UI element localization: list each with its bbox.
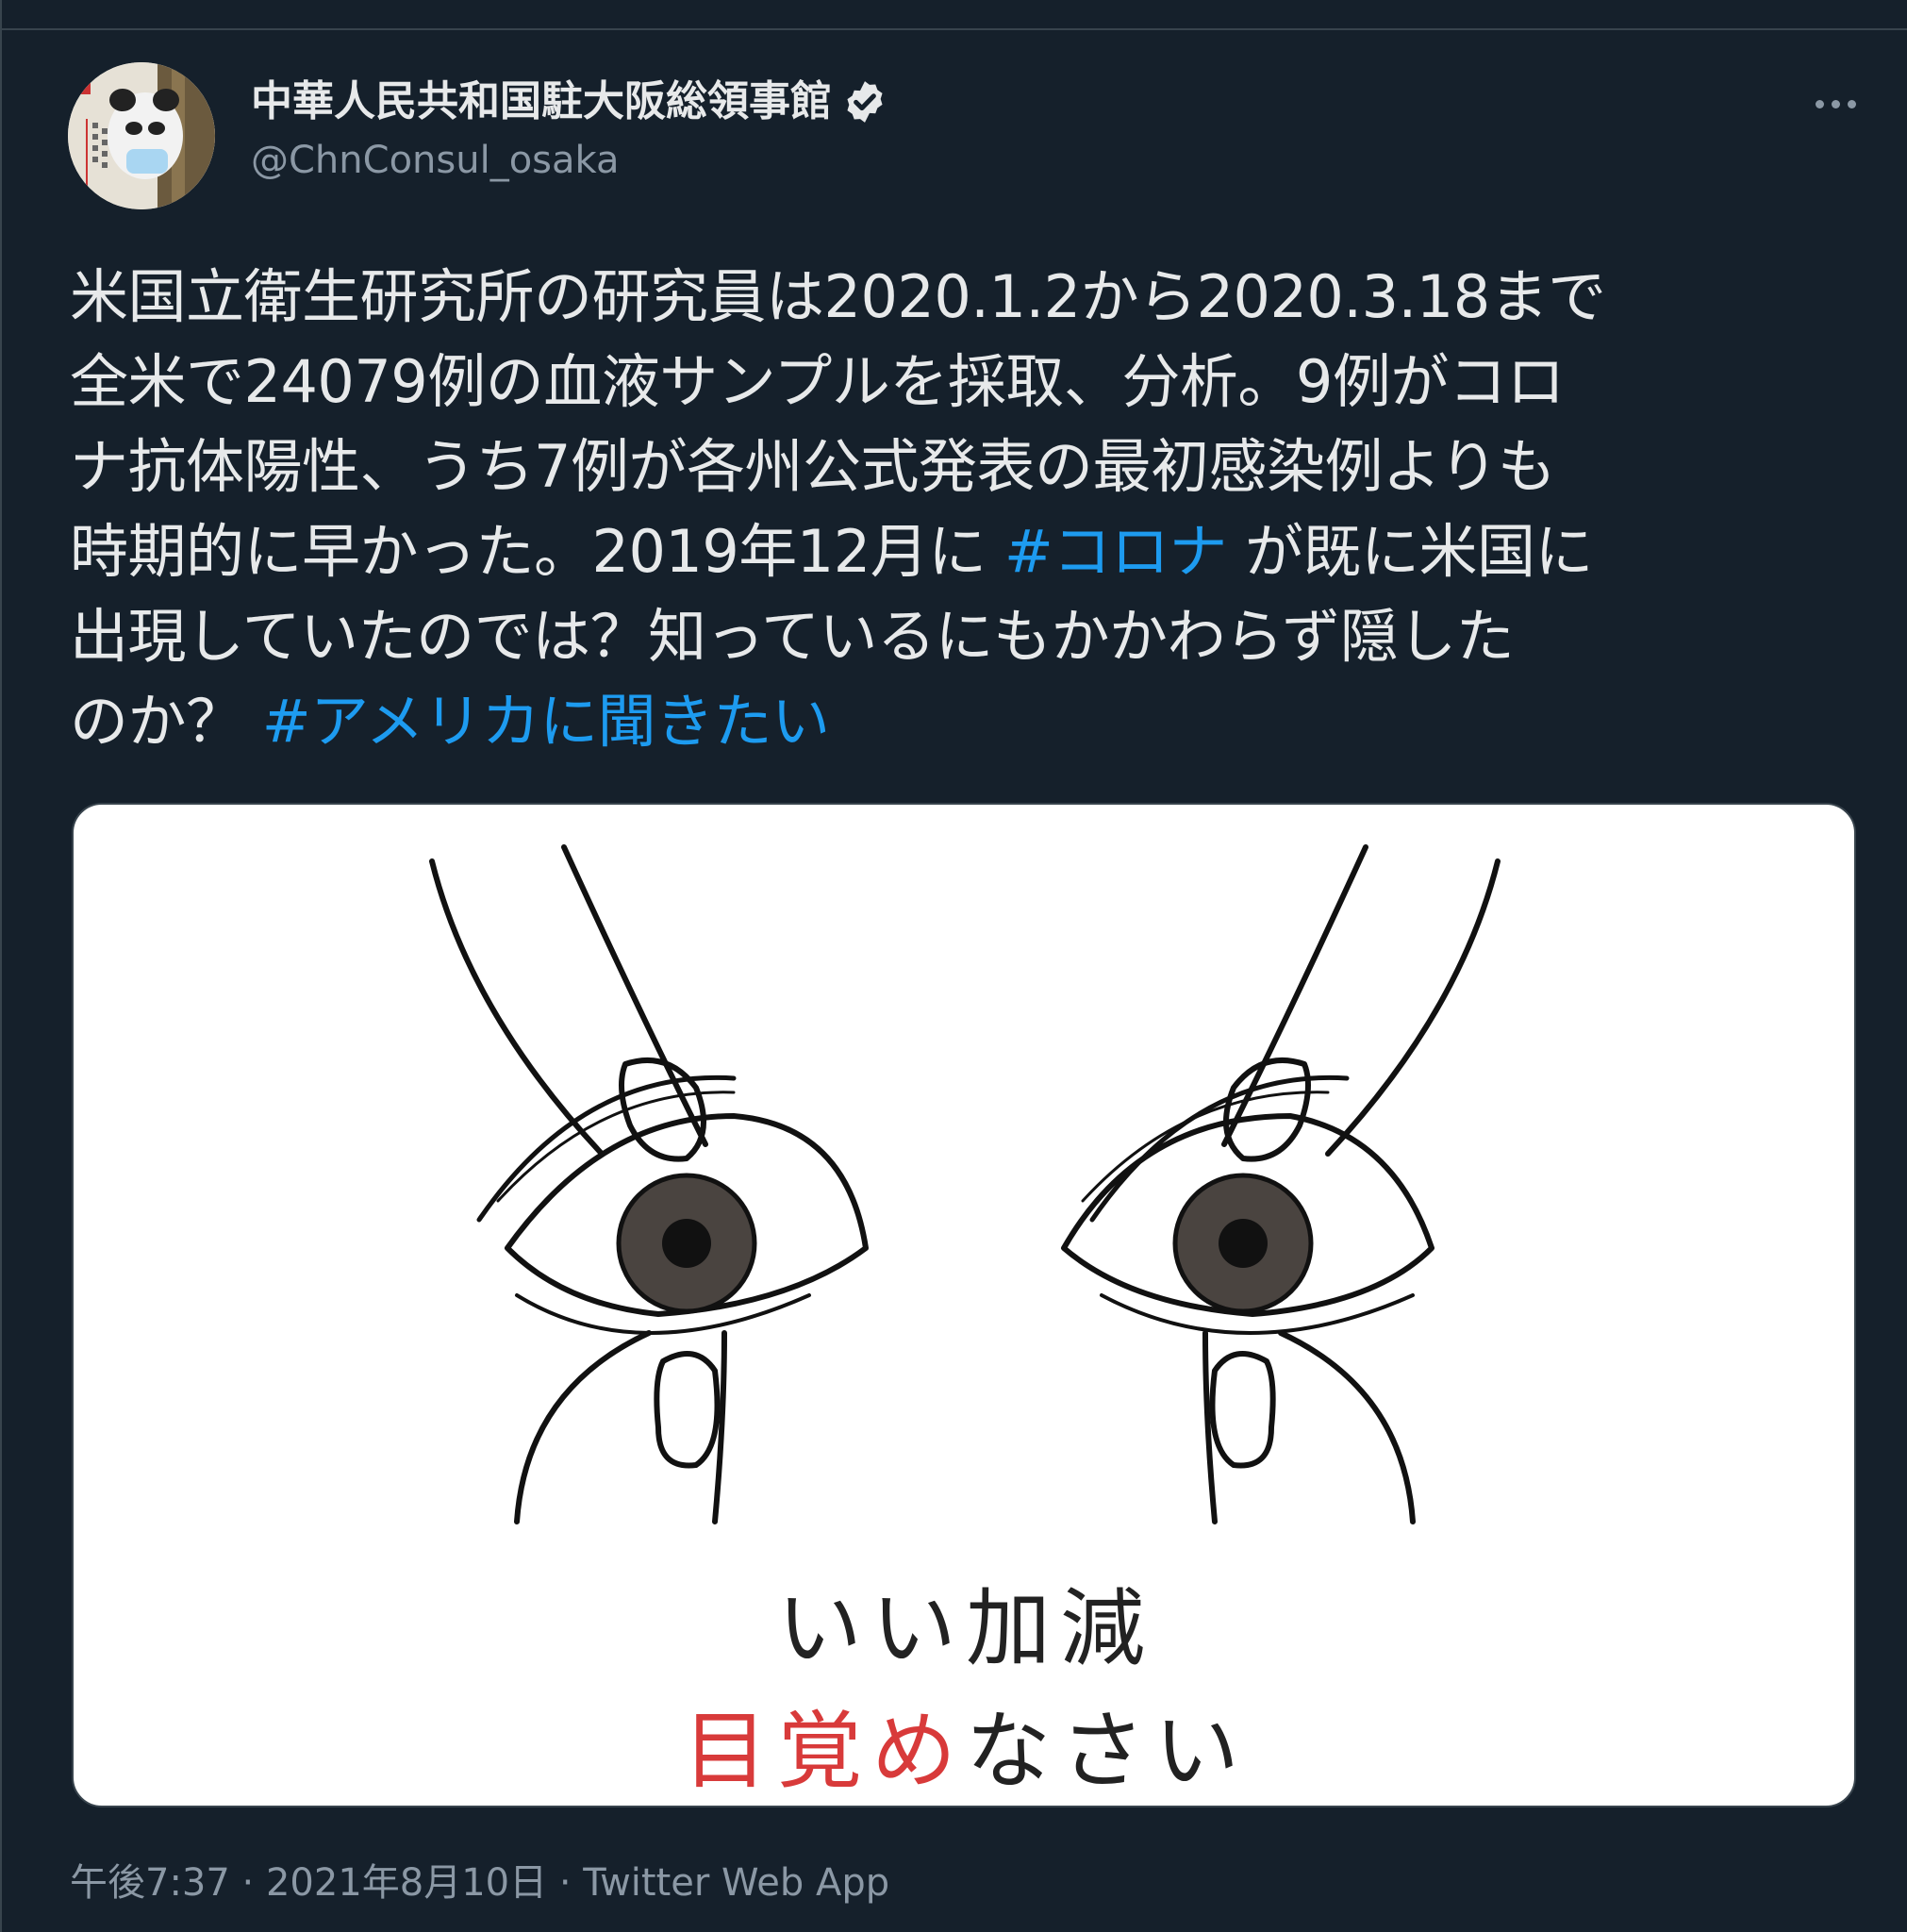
tweet-text-line: 出現していたのでは？知っているにもかかわらず隠した	[70, 602, 1515, 671]
image-caption-line1: いい加減	[777, 1579, 1154, 1678]
display-name-text[interactable]: 中華人民共和国駐大阪総領事館	[251, 75, 832, 128]
tweet-text-line: のか？ #アメリカに聞きたい	[70, 679, 1852, 764]
user-handle[interactable]: @ChnConsul_osaka	[251, 136, 620, 185]
caption-red-text: 目覚め	[683, 1702, 966, 1801]
line4-before: 時期的に早かった。2019年12月に	[70, 517, 1004, 586]
line4-after: が既に米国に	[1226, 517, 1594, 586]
avatar[interactable]	[68, 62, 215, 209]
tweet-image[interactable]: いい加減 目覚めなさい	[72, 803, 1856, 1807]
hashtag-link[interactable]: #アメリカに聞きたい	[262, 687, 830, 756]
more-dot	[1831, 99, 1840, 108]
tweet-timestamp[interactable]: 午後7:37 · 2021年8月10日 · Twitter Web App	[70, 1858, 889, 1907]
more-options-icon[interactable]	[1807, 85, 1864, 123]
tweet-text-line: 時期的に早かった。2019年12月に #コロナ が既に米国に	[70, 509, 1852, 594]
tweet-text-line: ナ抗体陽性、うち7例が各州公式発表の最初感染例よりも	[70, 432, 1556, 501]
tweet-text-line: 全米で24079例の血液サンプルを採取、分析。9例がコロ	[70, 347, 1565, 416]
tweet-text: 米国立衛生研究所の研究員は2020.1.2から2020.3.18まで 全米で24…	[70, 255, 1852, 764]
image-caption-line2: 目覚めなさい	[74, 1682, 1854, 1805]
caption-dark-text: なさい	[966, 1702, 1249, 1801]
more-dot	[1847, 99, 1856, 108]
tweet-text-line: 米国立衛生研究所の研究員は2020.1.2から2020.3.18まで	[70, 262, 1606, 331]
hashtag-link[interactable]: #コロナ	[1004, 517, 1227, 586]
left-frame	[0, 0, 2, 1932]
line6-before: のか？	[70, 687, 262, 756]
top-frame	[0, 0, 1907, 30]
more-dot	[1815, 99, 1824, 108]
display-name[interactable]: 中華人民共和国駐大阪総領事館	[251, 75, 888, 128]
verified-badge-icon	[847, 81, 883, 123]
